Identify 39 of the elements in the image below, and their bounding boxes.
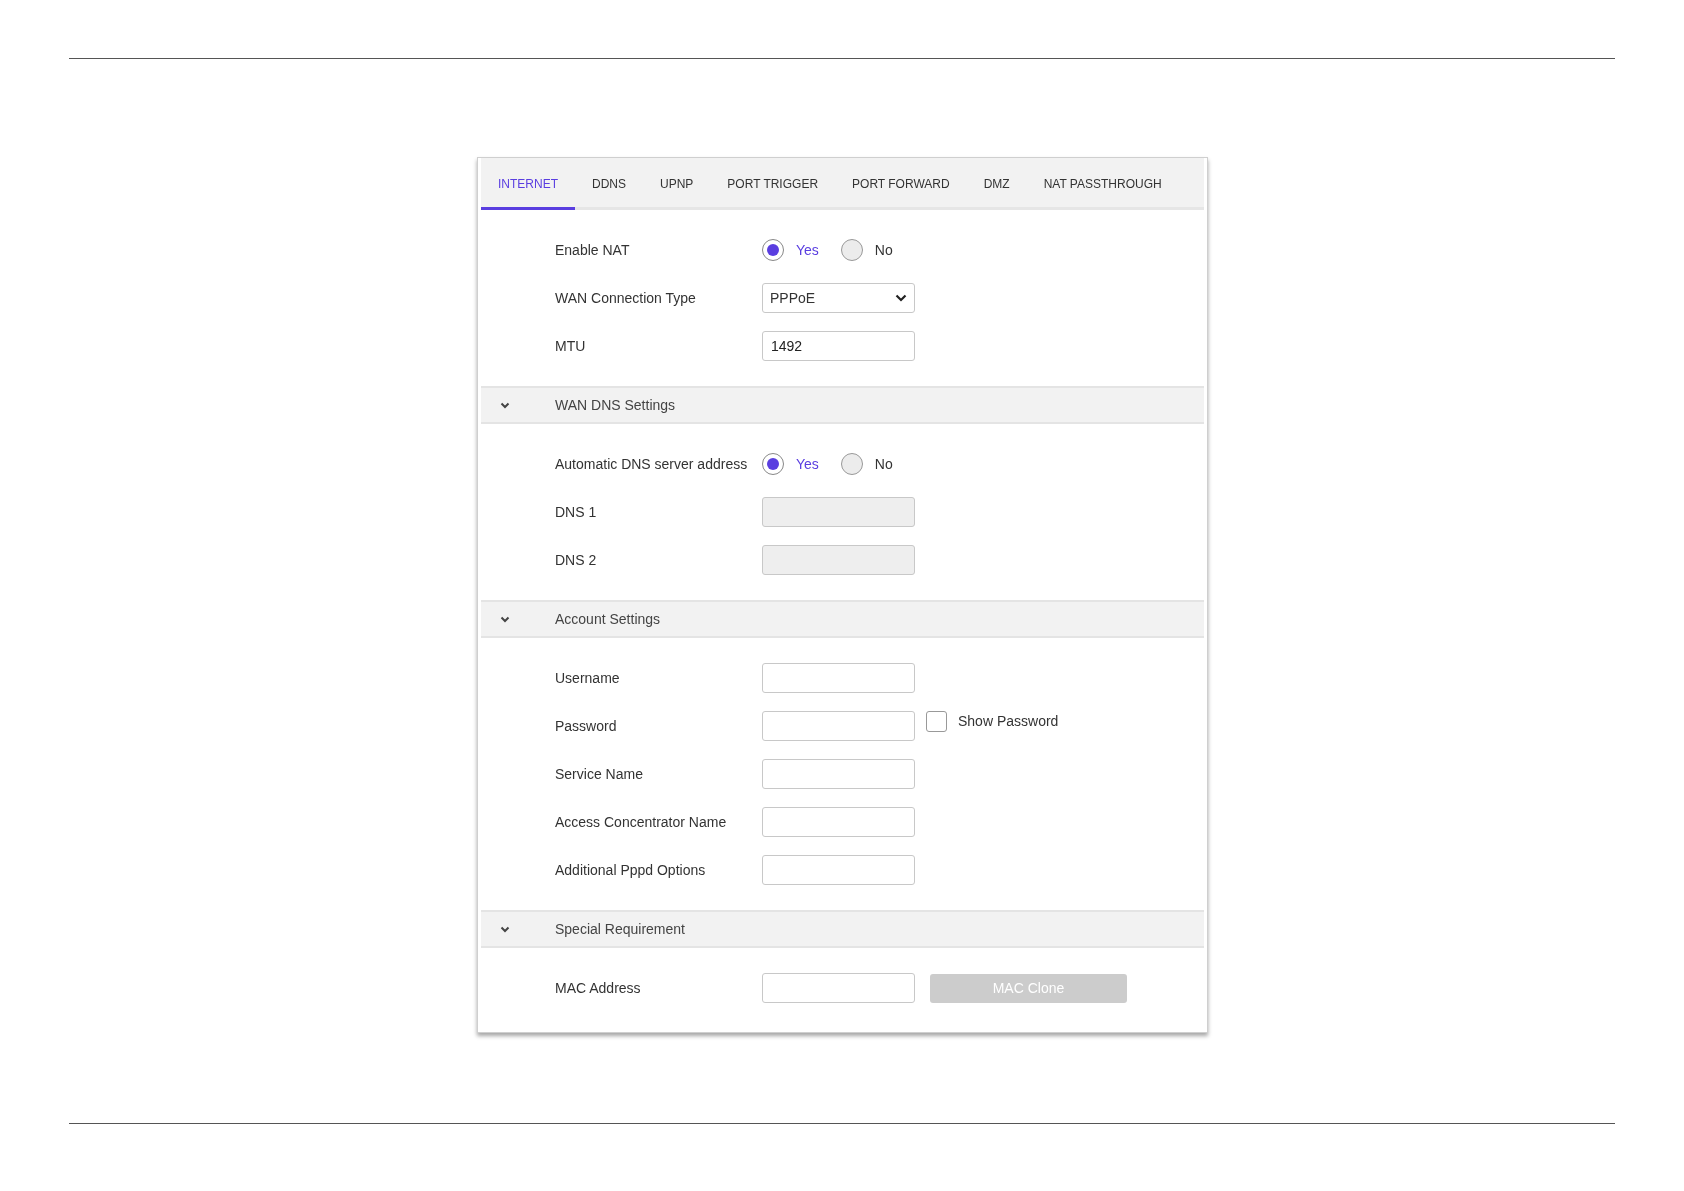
- show-password-checkbox[interactable]: Show Password: [926, 710, 1059, 732]
- radio-option[interactable]: No: [840, 239, 893, 261]
- chevron-down-icon: [500, 401, 510, 409]
- input-field[interactable]: [762, 759, 915, 789]
- section-header[interactable]: WAN DNS Settings: [481, 386, 1204, 424]
- tab[interactable]: DMZ: [966, 161, 1027, 210]
- field-label: Username: [555, 668, 621, 688]
- field-label: Service Name: [555, 764, 644, 784]
- chevron-down-icon: [500, 925, 510, 933]
- section-header[interactable]: Special Requirement: [481, 910, 1204, 948]
- radio-option[interactable]: No: [840, 453, 893, 475]
- chevron-down-icon: [500, 615, 510, 623]
- field-label: Automatic DNS server address: [555, 454, 749, 474]
- input-field[interactable]: [762, 663, 915, 693]
- input-field[interactable]: [762, 973, 915, 1003]
- field-label: Access Concentrator Name: [555, 812, 728, 832]
- tab[interactable]: DDNS: [575, 161, 643, 210]
- field-label: DNS 1: [555, 502, 598, 522]
- section-header[interactable]: Account Settings: [481, 600, 1204, 638]
- tab[interactable]: PORT TRIGGER: [710, 161, 836, 210]
- field-label: Enable NAT: [555, 240, 631, 260]
- field-label: MTU: [555, 336, 587, 356]
- input-field[interactable]: [762, 711, 915, 741]
- input-field[interactable]: [762, 855, 915, 885]
- field-label: MAC Address: [555, 978, 642, 998]
- field-label: Additional Pppd Options: [555, 860, 707, 880]
- tab[interactable]: NAT PASSTHROUGH: [1026, 161, 1179, 210]
- field-label: Password: [555, 716, 618, 736]
- field-label: DNS 2: [555, 550, 598, 570]
- tab[interactable]: INTERNET: [481, 161, 575, 210]
- radio-option[interactable]: Yes: [762, 453, 819, 475]
- input-field[interactable]: 1492: [762, 331, 915, 361]
- dropdown-field[interactable]: PPPoE: [762, 283, 915, 313]
- chevron-down-icon: [895, 294, 907, 302]
- tab[interactable]: PORT FORWARD: [835, 161, 967, 210]
- tab[interactable]: UPNP: [643, 161, 711, 210]
- input-field[interactable]: [762, 807, 915, 837]
- field-label: WAN Connection Type: [555, 288, 697, 308]
- radio-option[interactable]: Yes: [762, 239, 819, 261]
